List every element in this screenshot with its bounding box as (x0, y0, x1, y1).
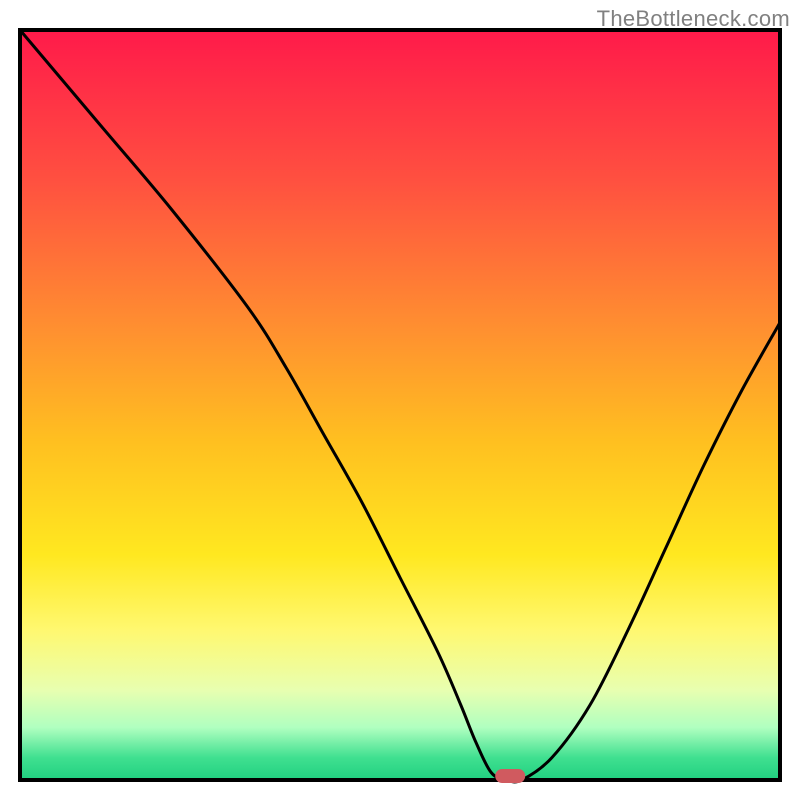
optimal-marker (495, 769, 525, 783)
plot-background (20, 30, 780, 780)
chart-container: TheBottleneck.com (0, 0, 800, 800)
bottleneck-chart (0, 0, 800, 800)
watermark-text: TheBottleneck.com (597, 6, 790, 32)
